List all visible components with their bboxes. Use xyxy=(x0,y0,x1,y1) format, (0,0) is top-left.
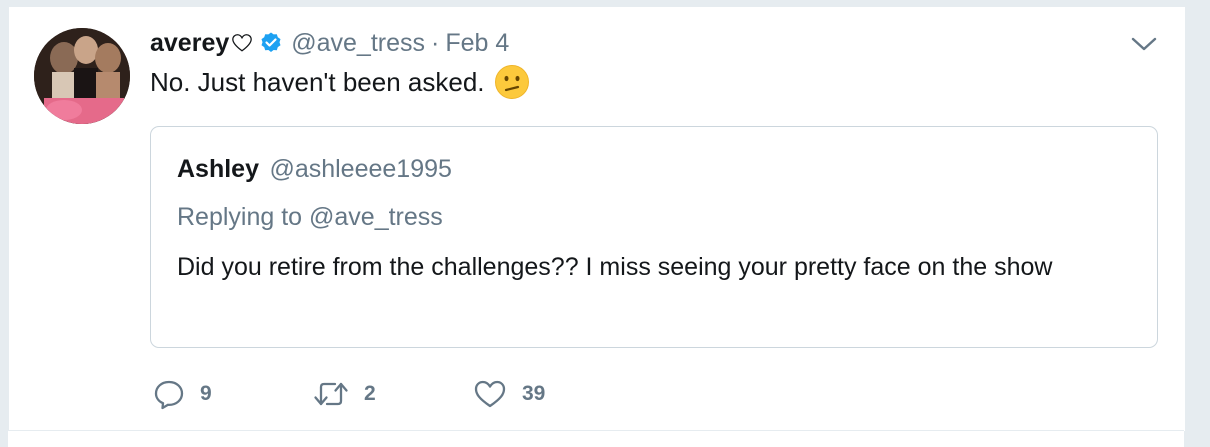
quoted-tweet-header: Ashley @ashleeee1995 xyxy=(177,155,452,184)
retweet-icon xyxy=(314,382,348,406)
heart-outline-icon xyxy=(232,34,253,52)
tweet-date[interactable]: Feb 4 xyxy=(445,29,509,58)
retweet-button[interactable]: 2 xyxy=(312,374,376,414)
like-icon xyxy=(474,380,506,408)
verified-badge-icon xyxy=(261,32,281,52)
display-name[interactable]: averey xyxy=(150,29,229,58)
reply-button[interactable]: 9 xyxy=(152,374,212,414)
replying-to-label: Replying to @ave_tress xyxy=(177,203,443,231)
tweet-body: No. Just haven't been asked. xyxy=(150,64,529,100)
quoted-tweet-text: Did you retire from the challenges?? I m… xyxy=(177,253,1053,281)
avatar[interactable] xyxy=(34,28,130,124)
avatar-photo xyxy=(34,28,130,124)
like-button[interactable]: 39 xyxy=(472,374,545,414)
tweet-text: No. Just haven't been asked. xyxy=(150,66,485,97)
like-count: 39 xyxy=(522,382,546,405)
chevron-down-icon[interactable] xyxy=(1130,32,1158,56)
reply-icon xyxy=(154,380,184,410)
tweet-header: averey @ave_tress · Feb 4 xyxy=(150,26,509,60)
quoted-tweet-card[interactable]: Ashley @ashleeee1995 Replying to @ave_tr… xyxy=(150,126,1158,348)
retweet-count: 2 xyxy=(364,382,376,405)
next-tweet-edge xyxy=(8,430,1184,447)
quoted-user-handle: @ashleeee1995 xyxy=(269,155,452,183)
separator-dot: · xyxy=(431,28,440,57)
confused-face-emoji xyxy=(494,65,529,99)
reply-count: 9 xyxy=(200,382,212,405)
quoted-display-name: Ashley xyxy=(177,155,259,183)
user-handle[interactable]: @ave_tress xyxy=(291,29,425,58)
